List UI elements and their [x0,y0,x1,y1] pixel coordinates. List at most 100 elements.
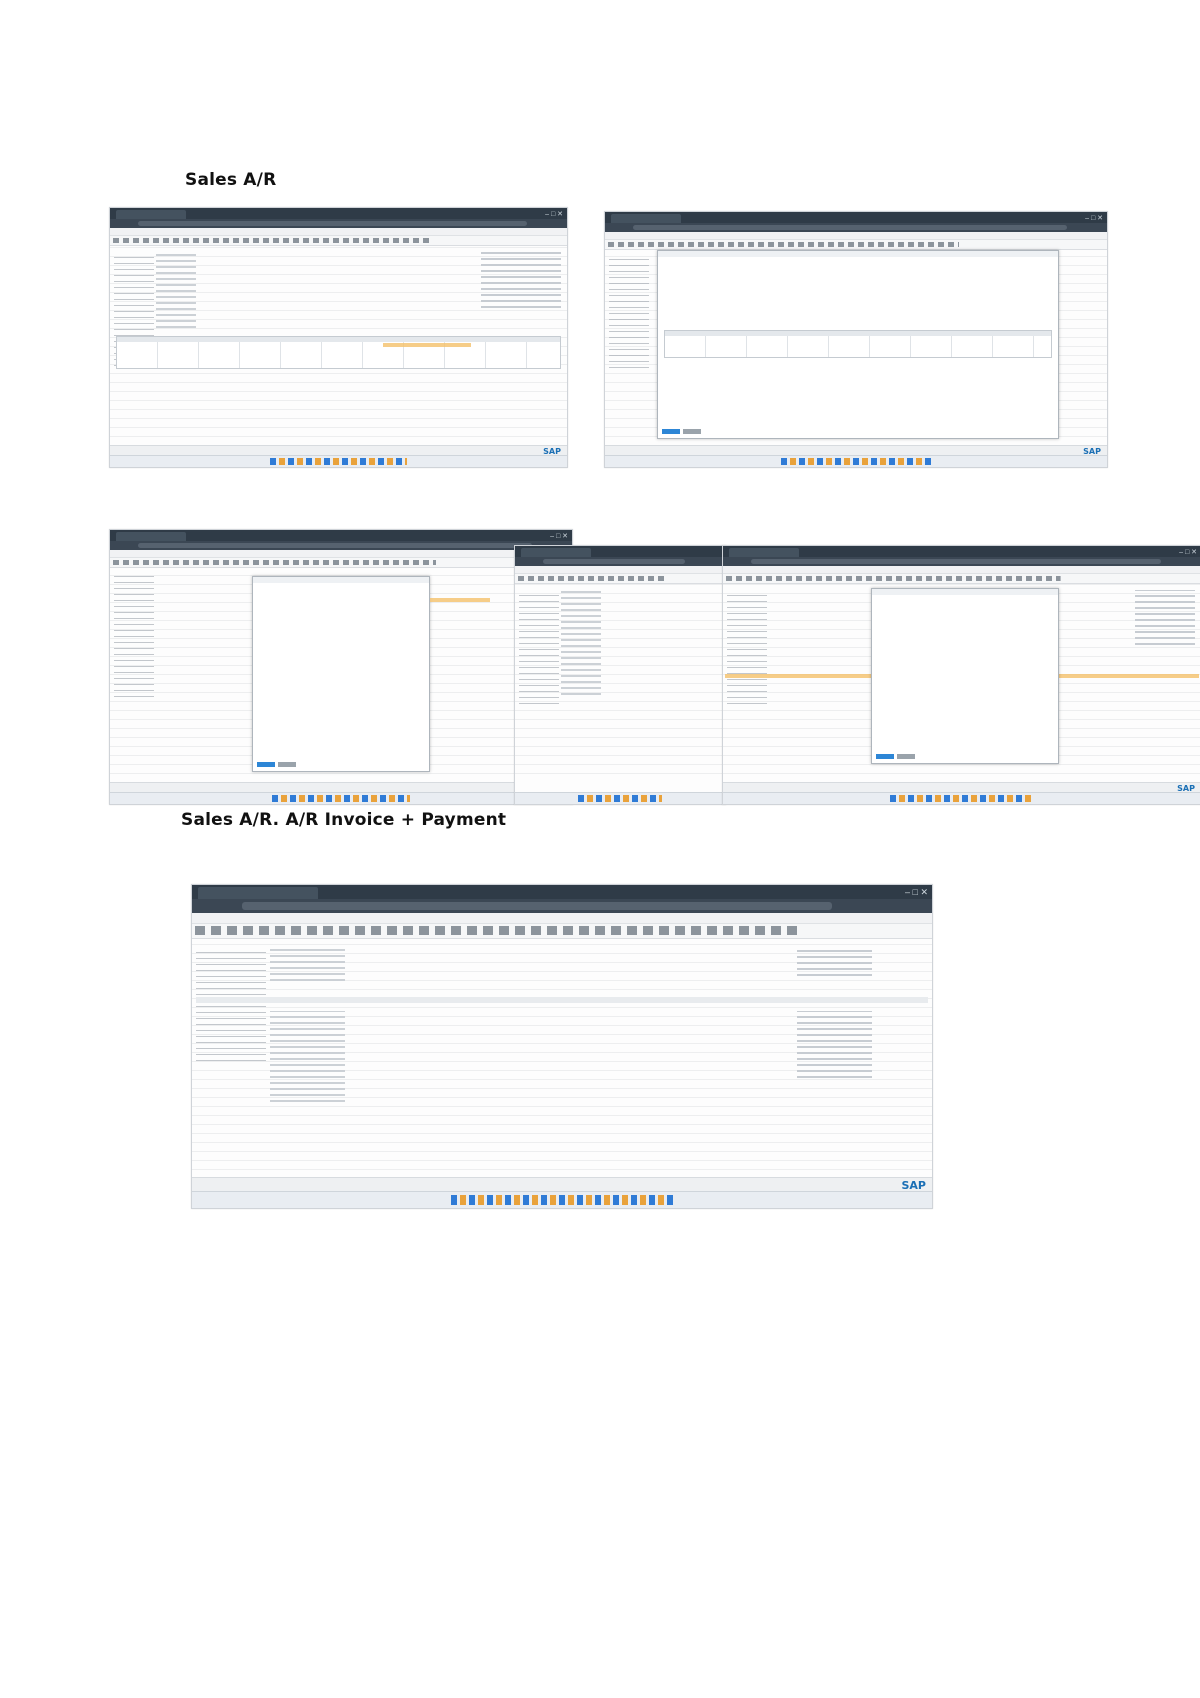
screenshot-sales-order: – □ ✕ SAP [109,207,568,468]
taskbar-app-icons[interactable] [269,458,408,465]
address-bar [110,541,572,550]
field-labels [519,590,559,709]
url-field[interactable] [751,559,1161,564]
balance-fields[interactable] [797,947,872,981]
browser-tab[interactable] [611,214,681,223]
field-labels [114,574,154,703]
browser-title-bar: – □ ✕ [110,530,572,541]
dialog-title-bar [253,577,429,583]
dialog-title-bar [872,589,1058,595]
menu-bar[interactable] [110,550,572,558]
browser-title-bar [515,546,725,557]
grid-row-selected-right[interactable] [1059,674,1199,678]
tabs-strip[interactable] [196,997,928,1003]
business-partner-form [192,941,932,1178]
windows-taskbar [110,792,572,804]
window-controls-icon[interactable]: – □ ✕ [1085,214,1103,222]
menu-bar[interactable] [605,232,1107,240]
sap-toolbar[interactable] [110,236,567,246]
address-bar [192,899,932,913]
taskbar-app-icons[interactable] [890,795,1034,802]
document-form [515,584,725,782]
dialog-title-bar [658,251,1058,257]
menu-bar[interactable] [192,913,932,924]
sap-toolbar[interactable] [110,558,572,568]
grid-header [117,336,560,342]
grid-header [665,330,1051,336]
payment-means-dialog[interactable] [252,576,430,772]
window-controls-icon[interactable]: – □ ✕ [545,210,563,218]
sap-toolbar[interactable] [723,574,1200,584]
screenshot-copy-from: – □ ✕ SAP [604,211,1108,468]
header-fields[interactable] [270,947,345,985]
general-tab-fields[interactable] [270,1011,345,1106]
status-bar: SAP [192,1177,932,1192]
payment-dialog[interactable] [871,588,1059,764]
address-bar [515,557,725,566]
document-form [110,246,567,445]
sap-toolbar[interactable] [515,574,725,584]
url-field[interactable] [138,543,532,548]
browser-title-bar: – □ ✕ [723,546,1200,557]
browser-tab[interactable] [729,548,799,557]
windows-taskbar [723,792,1200,804]
browser-tab[interactable] [116,210,186,219]
menu-bar[interactable] [110,228,567,236]
ok-button[interactable] [257,762,275,767]
sap-toolbar[interactable] [192,924,932,939]
window-controls-icon[interactable]: – □ ✕ [1179,548,1197,556]
address-bar [605,223,1107,232]
taskbar-app-icons[interactable] [451,1195,673,1205]
field-labels [196,947,266,1066]
section-heading-ar-invoice-payment: Sales A/R. A/R Invoice + Payment [181,810,507,830]
browser-tab[interactable] [116,532,186,541]
document-form [605,250,1107,445]
copy-from-dialog[interactable] [657,250,1059,439]
browser-title-bar: – □ ✕ [192,885,932,899]
grid-row-selected[interactable] [430,598,490,602]
windows-taskbar [110,455,567,467]
dialog-grid[interactable] [664,329,1052,358]
url-field[interactable] [242,902,832,910]
ok-button[interactable] [876,754,894,759]
field-labels [727,590,767,709]
browser-title-bar: – □ ✕ [110,208,567,219]
screenshot-ar-invoice: – □ ✕ SAP [109,529,573,805]
grid-row-selected[interactable] [382,342,472,347]
field-labels [609,256,649,373]
browser-tab[interactable] [198,887,318,899]
cancel-button[interactable] [897,754,915,759]
screenshot-business-partner-master-data: – □ ✕ SAP [191,884,933,1209]
browser-tab[interactable] [521,548,591,557]
grid-row-selected[interactable] [725,674,873,678]
url-field[interactable] [543,559,685,564]
window-controls-icon[interactable]: – □ ✕ [905,887,928,898]
menu-bar[interactable] [723,566,1200,574]
taskbar-app-icons[interactable] [780,458,932,465]
browser-title-bar: – □ ✕ [605,212,1107,223]
document-form [110,568,572,782]
ok-button[interactable] [662,429,680,434]
address-bar [723,557,1200,566]
window-controls-icon[interactable]: – □ ✕ [550,532,568,540]
taskbar-app-icons[interactable] [271,795,411,802]
cancel-button[interactable] [683,429,701,434]
date-fields[interactable] [481,252,561,312]
line-items-grid[interactable] [116,335,561,370]
url-field[interactable] [633,225,1067,230]
menu-bar[interactable] [515,566,725,574]
taskbar-app-icons[interactable] [578,795,662,802]
windows-taskbar [605,455,1107,467]
document-form [723,584,1200,782]
cancel-button[interactable] [278,762,296,767]
header-fields[interactable] [156,252,196,332]
date-fields[interactable] [1135,590,1195,650]
windows-taskbar [192,1191,932,1208]
sap-toolbar[interactable] [605,240,1107,250]
windows-taskbar [515,792,725,804]
general-tab-right-fields[interactable] [797,1011,872,1083]
screenshot-incoming-payment-b: – □ ✕ SAP [722,545,1200,805]
screenshot-incoming-payment-a [514,545,726,805]
header-fields[interactable] [561,590,601,699]
url-field[interactable] [138,221,527,226]
